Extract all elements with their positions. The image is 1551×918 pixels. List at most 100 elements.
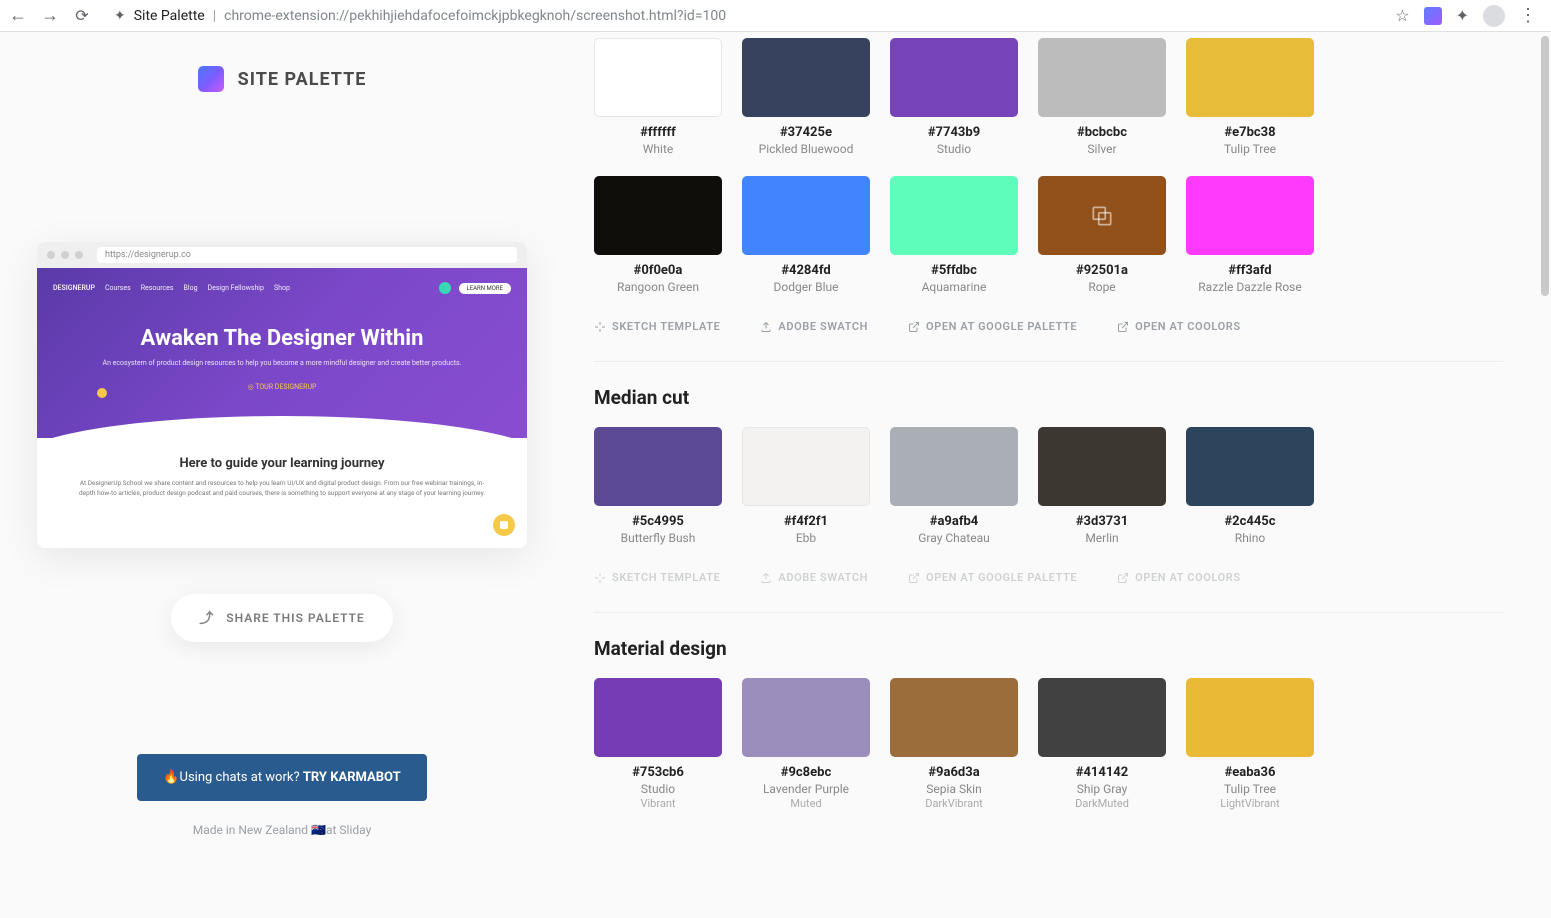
color-swatch[interactable]: #ffffffWhite [594,38,722,156]
preview-nav-item: Shop [274,284,290,292]
preview-section-title: Here to guide your learning journey [77,456,487,471]
color-swatch[interactable]: #3d3731 Merlin [1038,427,1166,545]
swatch-hex: #bcbcbc [1038,125,1166,140]
swatch-hex: #9c8ebc [742,765,870,780]
color-swatch[interactable]: #5ffdbcAquamarine [890,176,1018,294]
color-swatch[interactable]: #0f0e0aRangoon Green [594,176,722,294]
color-swatch[interactable]: #753cb6StudioVibrant [594,678,722,810]
swatch-name: Razzle Dazzle Rose [1186,280,1314,294]
scrollbar[interactable] [1541,36,1549,296]
logo-icon [198,66,224,92]
color-swatch[interactable]: #414142Ship GrayDarkMuted [1038,678,1166,810]
swatch-hex: #5ffdbc [890,263,1018,278]
swatch-subtype: LightVibrant [1186,797,1314,810]
swatch-box[interactable] [1186,678,1314,757]
adobe-swatch-button[interactable]: ADOBE SWATCH [760,571,868,584]
coolors-button[interactable]: OPEN AT COOLORS [1117,320,1241,333]
swatch-box[interactable] [890,38,1018,117]
swatch-name: Merlin [1038,531,1166,545]
karmabot-banner[interactable]: 🔥Using chats at work? TRY KARMABOT [137,754,426,801]
swatch-hex: #3d3731 [1038,514,1166,529]
swatch-hex: #7743b9 [890,125,1018,140]
swatch-box[interactable] [594,678,722,757]
swatch-box[interactable] [594,427,722,506]
swatch-box[interactable] [742,176,870,255]
preview-hero-subtitle: An ecosystem of product design resources… [37,359,527,369]
copy-icon [1038,176,1166,255]
preview-url: https://designerup.co [97,247,517,263]
sketch-template-button[interactable]: SKETCH TEMPLATE [594,320,720,333]
swatch-box[interactable] [742,678,870,757]
swatch-box[interactable] [1038,176,1166,255]
color-swatch[interactable]: #37425ePickled Bluewood [742,38,870,156]
sketch-template-button[interactable]: SKETCH TEMPLATE [594,571,720,584]
google-palette-button[interactable]: OPEN AT GOOGLE PALETTE [908,320,1077,333]
color-swatch[interactable]: #ff3afdRazzle Dazzle Rose [1186,176,1314,294]
swatch-name: Sepia Skin [890,782,1018,796]
swatch-subtype: Muted [742,797,870,810]
swatch-box[interactable] [1186,176,1314,255]
back-button[interactable]: ← [8,7,28,25]
swatch-box[interactable] [890,176,1018,255]
footer-note: Made in New Zealand 🇳🇿at Sliday [193,823,372,837]
swatch-box[interactable] [890,427,1018,506]
color-swatch[interactable]: #92501aRope [1038,176,1166,294]
swatch-hex: #0f0e0a [594,263,722,278]
page-title: Site Palette [134,8,205,24]
menu-icon[interactable]: ⋮ [1519,5,1537,26]
adobe-swatch-button[interactable]: ADOBE SWATCH [760,320,868,333]
swatch-box[interactable] [1038,38,1166,117]
swatch-name: Pickled Bluewood [742,142,870,156]
toolbar-right: ☆ ✦ ⋮ [1395,5,1543,27]
extension-app-icon[interactable] [1424,7,1442,25]
color-swatch[interactable]: #9c8ebcLavender PurpleMuted [742,678,870,810]
swatch-box[interactable] [890,678,1018,757]
extensions-icon[interactable]: ✦ [1456,6,1469,25]
swatch-hex: #4284fd [742,263,870,278]
share-button[interactable]: ⤴ SHARE THIS PALETTE [171,594,392,642]
section-title-median: Median cut [594,386,1503,409]
preview-window-chrome: https://designerup.co [37,242,527,268]
swatch-box[interactable] [742,38,870,117]
color-swatch[interactable]: #7743b9 Studio [890,38,1018,156]
color-swatch[interactable]: #4284fdDodger Blue [742,176,870,294]
swatch-name: Rhino [1186,531,1314,545]
swatch-hex: #92501a [1038,263,1166,278]
share-icon: ⤴ [199,608,214,628]
swatch-box[interactable] [1186,427,1314,506]
preview-accent-dot [439,282,451,294]
swatch-name: Studio [890,142,1018,156]
color-swatch[interactable]: #f4f2f1Ebb [742,427,870,545]
swatch-box[interactable] [594,176,722,255]
swatch-hex: #2c445c [1186,514,1314,529]
forward-button[interactable]: → [40,7,60,25]
preview-nav-item: Design Fellowship [208,284,264,292]
swatch-box[interactable] [742,427,870,506]
address-bar[interactable]: ✦ Site Palette | chrome-extension://pekh… [104,8,1383,24]
preview-fab-icon [493,514,515,536]
color-swatch[interactable]: #2c445c Rhino [1186,427,1314,545]
reload-button[interactable]: ⟳ [72,8,92,24]
color-swatch[interactable]: #a9afb4Gray Chateau [890,427,1018,545]
swatch-grid-material: #753cb6StudioVibrant#9c8ebcLavender Purp… [594,678,1503,810]
action-row-dim: SKETCH TEMPLATE ADOBE SWATCH OPEN AT GOO… [594,571,1503,584]
swatch-name: Silver [1038,142,1166,156]
color-swatch[interactable]: #eaba36Tulip TreeLightVibrant [1186,678,1314,810]
google-palette-button[interactable]: OPEN AT GOOGLE PALETTE [908,571,1077,584]
coolors-button[interactable]: OPEN AT COOLORS [1117,571,1241,584]
sidebar: SITE PALETTE https://designerup.co DESIG… [0,32,564,918]
bookmark-icon[interactable]: ☆ [1395,6,1409,25]
color-swatch[interactable]: #5c4995Butterfly Bush [594,427,722,545]
color-swatch[interactable]: #bcbcbc Silver [1038,38,1166,156]
swatch-box[interactable] [1038,678,1166,757]
swatch-box[interactable] [594,38,722,117]
profile-avatar[interactable] [1483,5,1505,27]
swatch-name: Ebb [742,531,870,545]
swatch-box[interactable] [1038,427,1166,506]
color-swatch[interactable]: #9a6d3aSepia SkinDarkVibrant [890,678,1018,810]
color-swatch[interactable]: #e7bc38Tulip Tree [1186,38,1314,156]
swatch-box[interactable] [1186,38,1314,117]
logo: SITE PALETTE [198,66,367,92]
preview-nav-item: Resources [141,284,174,292]
swatch-subtype: DarkVibrant [890,797,1018,810]
